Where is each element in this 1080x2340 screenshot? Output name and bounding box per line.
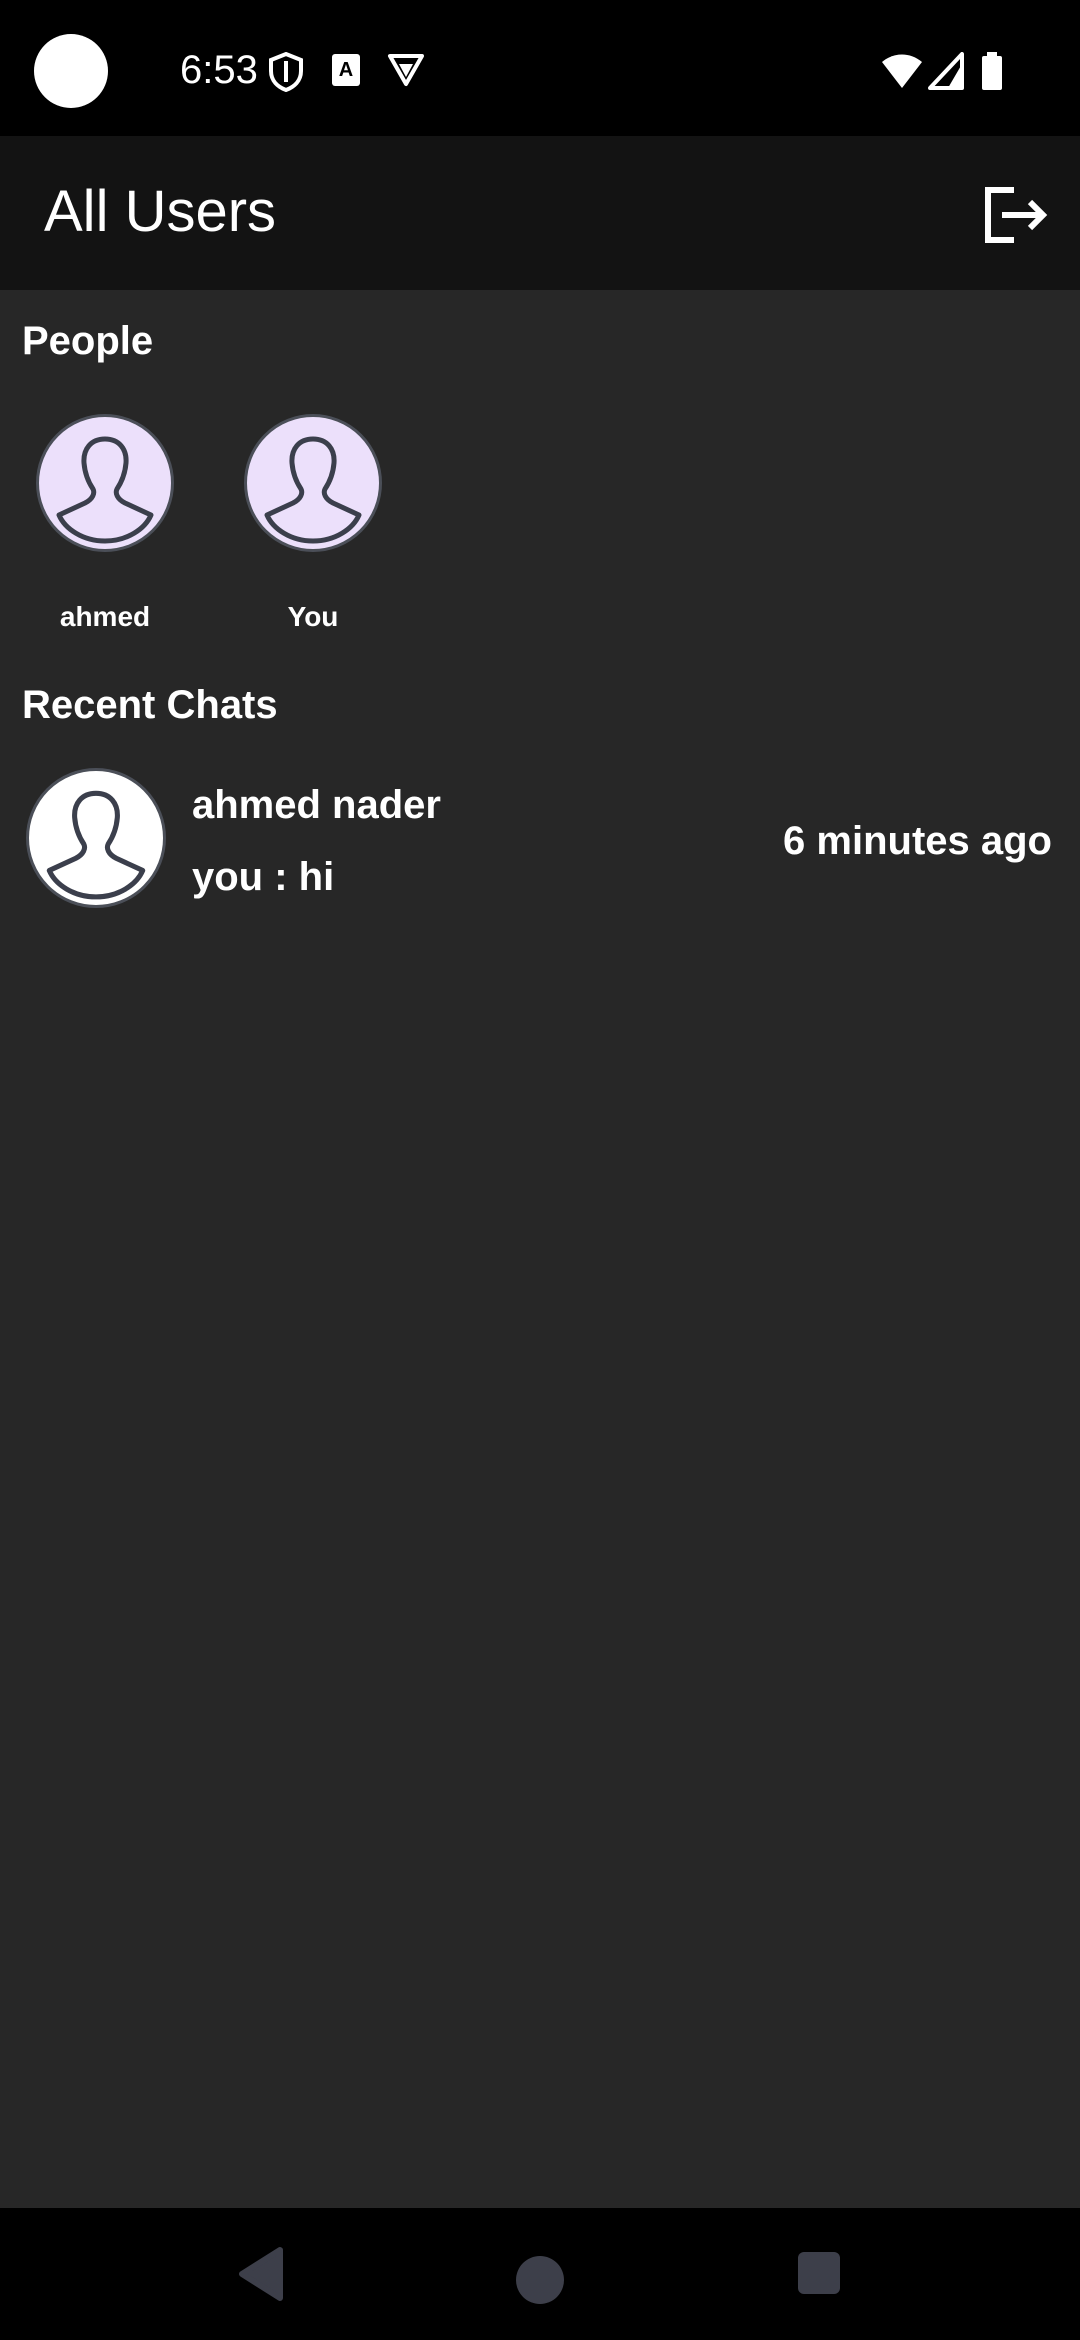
logout-icon: [985, 187, 1048, 243]
person-avatar-icon: [264, 436, 362, 544]
chat-contact-name: ahmed nader: [192, 783, 441, 827]
chat-timestamp: 6 minutes ago: [783, 819, 1052, 863]
shield-icon: [269, 52, 303, 92]
person-name: ahmed: [59, 601, 151, 632]
person-item-you[interactable]: You: [238, 414, 388, 636]
navigation-bar: [0, 2208, 1080, 2340]
recents-icon[interactable]: [798, 2252, 840, 2294]
recent-chats-title: Recent Chats: [22, 683, 278, 727]
back-icon[interactable]: [236, 2246, 284, 2302]
chat-last-message: you : hi: [192, 855, 335, 899]
person-avatar-icon: [56, 436, 154, 544]
text-a-icon: A: [332, 54, 360, 86]
page-title: All Users: [44, 179, 277, 244]
person-item-ahmed[interactable]: ahmed: [30, 414, 180, 636]
wifi-icon: [882, 54, 922, 88]
status-bar: 6:53 A: [0, 0, 1080, 136]
battery-icon: [982, 52, 1002, 90]
home-icon[interactable]: [516, 2256, 564, 2304]
avatar: [26, 768, 166, 908]
svg-text:A: A: [339, 59, 353, 81]
phone-screen: 6:53 A All Users People ahmed You Recent…: [0, 0, 1080, 2340]
person-name: You: [287, 601, 339, 632]
avatar: [36, 414, 174, 552]
person-avatar-icon: [46, 790, 146, 900]
people-section-title: People: [22, 319, 154, 363]
app-bar: All Users: [0, 136, 1080, 290]
avatar: [244, 414, 382, 552]
main-content: People ahmed You Recent Chats ahmed nade…: [0, 290, 1080, 2208]
vpn-icon: [388, 54, 424, 86]
status-time: 6:53: [180, 48, 258, 92]
signal-icon: [928, 52, 964, 90]
camera-cutout: [34, 34, 108, 108]
logout-button[interactable]: [980, 180, 1050, 250]
chat-list-item[interactable]: ahmed nader you : hi 6 minutes ago: [0, 768, 1080, 924]
